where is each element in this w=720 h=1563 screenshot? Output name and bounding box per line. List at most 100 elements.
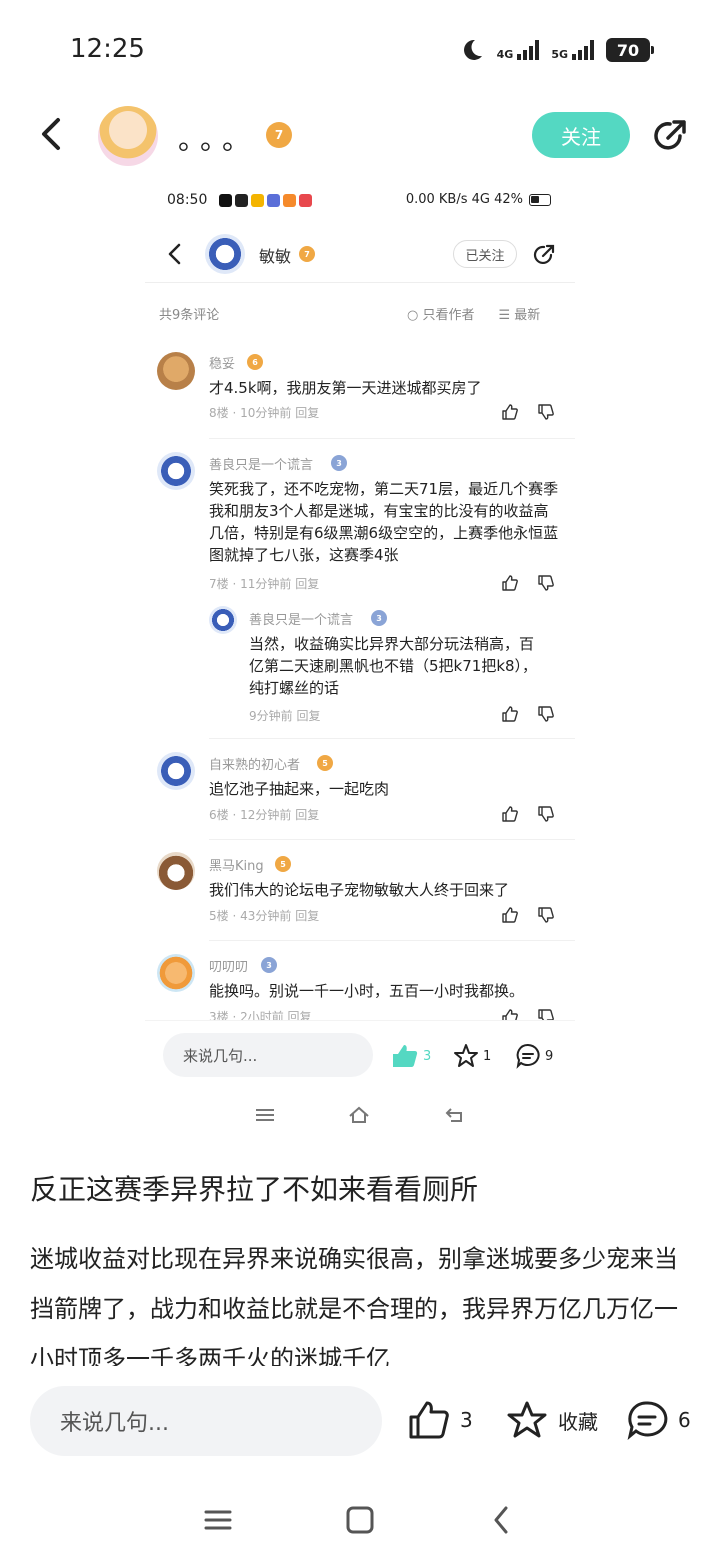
comment-username: 善良只是一个谎言 <box>209 458 314 473</box>
comment-avatar <box>157 954 195 992</box>
back-arrow-icon[interactable] <box>34 114 70 154</box>
comment-text: 才4.5k啊，我朋友第一天进迷城都买房了 <box>209 379 482 397</box>
embedded-status-time: 08:50 <box>167 192 208 208</box>
nav-menu-icon[interactable] <box>202 1504 234 1536</box>
comment-meta: 6楼 · 12分钟前 回复 <box>209 808 320 822</box>
favorite-label: 收藏 <box>558 1409 598 1434</box>
comment-level-icon: 3 <box>261 957 277 973</box>
like-count: 3 <box>460 1408 473 1432</box>
comment-separator <box>209 738 575 739</box>
embedded-like-count: 3 <box>423 1048 432 1064</box>
thumbs-up-icon <box>502 806 518 822</box>
reply-level-icon: 3 <box>371 610 387 626</box>
signal-4g-icon: 4G <box>497 40 540 60</box>
embedded-comment-input: 来说几句... <box>163 1033 373 1077</box>
star-icon <box>507 1401 547 1438</box>
comment-avatar <box>157 752 195 790</box>
embedded-sort-latest: ☰ 最新 <box>498 308 541 323</box>
thumbs-down-icon <box>538 404 554 420</box>
like-button[interactable]: 3 <box>408 1400 473 1440</box>
reply-username: 善良只是一个谎言 <box>249 613 354 628</box>
thumbs-down-icon <box>538 706 554 722</box>
comment-separator <box>209 438 575 439</box>
comment-text: 追忆池子抽起来，一起吃肉 <box>209 780 390 798</box>
embedded-screenshot[interactable]: 08:50 0.00 KB/s 4G 42% 敏敏 7 已关注 共9条评论 ○ … <box>145 180 575 1140</box>
thumbs-down-icon <box>538 1009 554 1020</box>
embedded-like-icon <box>393 1045 418 1067</box>
comment-text: 我们伟大的论坛电子宠物敏敏大人终于回来了 <box>209 881 510 899</box>
embedded-comment-icon <box>516 1043 540 1069</box>
comment-level-icon: 6 <box>247 354 263 370</box>
post-header: 。。。 7 关注 <box>0 100 720 172</box>
embedded-divider <box>145 282 575 283</box>
comment-meta: 5楼 · 43分钟前 回复 <box>209 909 320 923</box>
comment-username: 稳妥 <box>209 357 236 372</box>
comment-count: 6 <box>678 1408 691 1432</box>
embedded-comment-count: 共9条评论 <box>159 308 220 323</box>
level-badge-icon: 7 <box>266 122 292 148</box>
comment-avatar <box>157 352 195 390</box>
comment-username: 自来熟的初心者 <box>209 758 301 773</box>
post-title: 反正这赛季异界拉了不如来看看厕所 <box>30 1173 479 1206</box>
comment-input[interactable]: 来说几句... <box>30 1386 382 1456</box>
status-time: 12:25 <box>70 34 145 64</box>
embedded-status-right: 0.00 KB/s 4G 42% <box>405 192 523 207</box>
comment-avatar <box>157 452 195 490</box>
embedded-author-avatar <box>205 234 245 274</box>
thumbs-down-icon <box>538 575 554 591</box>
embedded-favorite-count: 1 <box>483 1048 492 1064</box>
embedded-comment-count-num: 9 <box>545 1048 554 1064</box>
comment-text: 能换吗。别说一千一小时，五百一小时我都换。 <box>209 982 525 1000</box>
comment-text: 笑死我了，还不吃宠物，第二天71层，最近几个赛季我和朋友3个人都是迷城，有宝宝的… <box>209 480 559 564</box>
embedded-battery-icon <box>529 193 551 206</box>
embedded-bottom-bar: 来说几句... 3 1 9 <box>145 1020 575 1140</box>
embedded-nav-menu-icon <box>256 1109 274 1121</box>
thumbs-up-icon <box>409 1401 449 1439</box>
embedded-share-icon <box>533 244 555 264</box>
embedded-app-icons <box>219 194 312 207</box>
nav-home-icon[interactable] <box>344 1504 376 1536</box>
reply-text: 当然，收益确实比异界大部分玩法稍高，百亿第二天速刷黑帆也不错（5把k71把k8）… <box>249 635 538 697</box>
thumbs-up-icon <box>502 907 518 923</box>
comment-level-icon: 5 <box>317 755 333 771</box>
signal-5g-icon: 5G <box>551 40 594 60</box>
status-bar: 12:25 4G 5G 70 <box>0 0 720 100</box>
comment-avatar <box>157 852 195 890</box>
embedded-filter-author-only: ○ 只看作者 <box>407 308 475 323</box>
nav-back-icon[interactable] <box>486 1504 518 1536</box>
bottom-action-bar: 来说几句... 3 收藏 6 <box>0 1366 720 1476</box>
comment-username: 叨叨叨 <box>209 960 249 975</box>
thumbs-up-icon <box>502 1009 518 1020</box>
comment-username: 黑马King <box>209 859 264 874</box>
reply-meta: 9分钟前 回复 <box>249 709 321 723</box>
battery-icon: 70 <box>606 38 654 62</box>
thumbs-down-icon <box>538 907 554 923</box>
favorite-button[interactable]: 收藏 <box>506 1400 598 1440</box>
author-avatar[interactable] <box>98 106 158 166</box>
embedded-nav-back-icon <box>445 1108 462 1122</box>
embedded-star-icon <box>454 1044 478 1067</box>
system-nav-bar <box>0 1476 720 1563</box>
post-body: 迷城收益对比现在异界来说确实很高，别拿迷城要多少宠来当挡箭牌了，战力和收益比就是… <box>30 1245 678 1366</box>
reply-avatar <box>209 606 237 634</box>
comment-bubble-icon <box>627 1401 668 1440</box>
comment-meta: 7楼 · 11分钟前 回复 <box>209 577 320 591</box>
share-icon[interactable] <box>650 116 690 156</box>
follow-button[interactable]: 关注 <box>532 112 630 158</box>
embedded-back-icon <box>168 243 181 265</box>
thumbs-down-icon <box>538 806 554 822</box>
thumbs-up-icon <box>502 404 518 420</box>
comment-meta: 8楼 · 10分钟前 回复 <box>209 406 320 420</box>
embedded-author-name: 敏敏 <box>259 247 292 266</box>
comment-separator <box>209 839 575 840</box>
moon-icon <box>463 39 482 60</box>
thumbs-up-icon <box>502 706 518 722</box>
comment-meta: 3楼 · 2小时前 回复 <box>209 1010 312 1020</box>
comment-button[interactable]: 6 <box>626 1400 691 1440</box>
author-name[interactable]: 。。。 <box>178 118 258 158</box>
embedded-nav-home-icon <box>349 1106 369 1123</box>
embedded-level-icon: 7 <box>299 246 315 262</box>
comment-level-icon: 3 <box>331 455 347 471</box>
thumbs-up-icon <box>502 575 518 591</box>
comment-separator <box>209 940 575 941</box>
